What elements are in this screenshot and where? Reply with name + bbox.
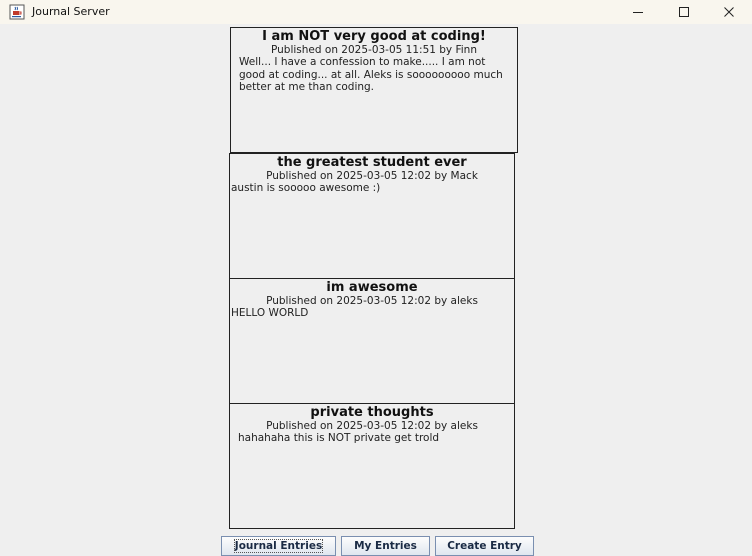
my-entries-label: My Entries xyxy=(354,540,417,552)
minimize-button[interactable] xyxy=(615,0,661,24)
entry-title: the greatest student ever xyxy=(277,155,467,170)
journal-entry-card[interactable]: the greatest student ever Published on 2… xyxy=(229,153,515,279)
entry-meta: Published on 2025-03-05 12:02 by aleks xyxy=(266,295,478,307)
maximize-button[interactable] xyxy=(661,0,707,24)
journal-entry-card[interactable]: private thoughts Published on 2025-03-05… xyxy=(229,403,515,529)
entry-title: I am NOT very good at coding! xyxy=(262,29,486,44)
close-icon xyxy=(724,7,734,17)
journal-feed[interactable]: I am NOT very good at coding! Published … xyxy=(0,24,752,530)
close-button[interactable] xyxy=(706,0,752,24)
maximize-icon xyxy=(679,7,689,17)
journal-entries-button[interactable]: Journal Entries xyxy=(221,536,336,556)
entry-body: HELLO WORLD xyxy=(231,307,309,319)
entry-meta: Published on 2025-03-05 11:51 by Finn xyxy=(271,44,477,56)
my-entries-button[interactable]: My Entries xyxy=(341,536,430,556)
entry-title: im awesome xyxy=(326,280,418,295)
java-cup-icon xyxy=(9,4,25,20)
entry-body: austin is sooooo awesome :) xyxy=(231,182,381,194)
entry-meta: Published on 2025-03-05 12:02 by aleks xyxy=(266,420,478,432)
window-title: Journal Server xyxy=(32,5,110,18)
bottom-nav: Journal Entries My Entries Create Entry xyxy=(0,536,752,556)
title-bar[interactable]: Journal Server xyxy=(0,0,752,24)
entry-body: hahahaha this is NOT private get trold xyxy=(238,432,440,444)
create-entry-label: Create Entry xyxy=(447,540,522,552)
journal-entries-label: Journal Entries xyxy=(233,539,324,553)
journal-entry-card[interactable]: I am NOT very good at coding! Published … xyxy=(230,27,518,153)
journal-entry-card[interactable]: im awesome Published on 2025-03-05 12:02… xyxy=(229,278,515,404)
create-entry-button[interactable]: Create Entry xyxy=(435,536,534,556)
entry-meta: Published on 2025-03-05 12:02 by Mack xyxy=(266,170,478,182)
entry-body: Well... I have a confession to make.....… xyxy=(239,56,503,93)
minimize-icon xyxy=(633,12,643,13)
entry-title: private thoughts xyxy=(310,405,434,420)
